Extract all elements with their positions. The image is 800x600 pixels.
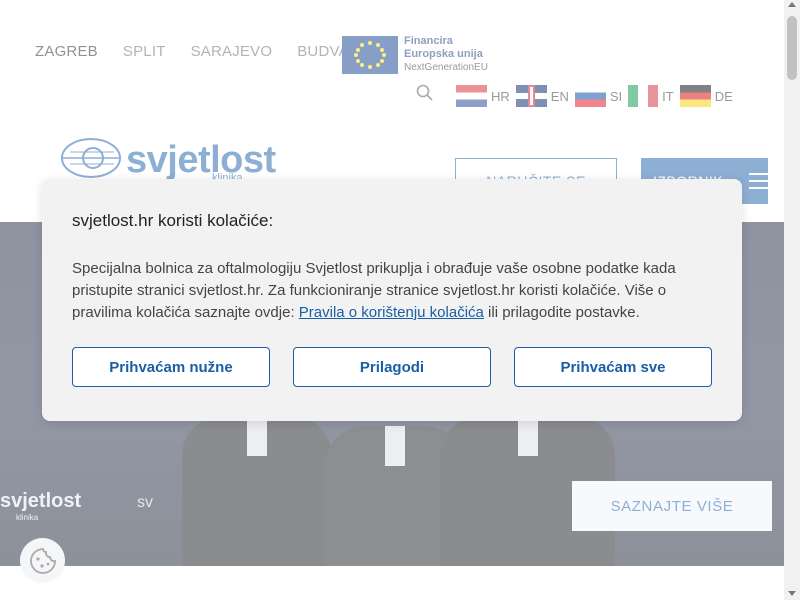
cookie-dialog-text: Specijalna bolnica za oftalmologiju Svje… — [72, 260, 676, 321]
scroll-down-arrow-icon[interactable] — [788, 591, 796, 596]
cookie-policy-link[interactable]: Pravila o korištenju kolačića — [299, 304, 484, 321]
scroll-up-arrow-icon[interactable] — [788, 2, 796, 7]
vertical-scrollbar[interactable] — [784, 0, 800, 600]
cookie-dialog-title: svjetlost.hr koristi kolačiće: — [72, 211, 274, 230]
customize-cookies-button[interactable]: Prilagodi — [293, 347, 491, 387]
accept-all-button[interactable]: Prihvaćam sve — [514, 347, 712, 387]
cookie-dialog-buttons: Prihvaćam nužne Prilagodi Prihvaćam sve — [72, 347, 712, 387]
scroll-thumb[interactable] — [787, 16, 797, 80]
cookie-consent-dialog: svjetlost.hr koristi kolačiće: Specijaln… — [42, 179, 742, 421]
accept-necessary-button[interactable]: Prihvaćam nužne — [72, 347, 270, 387]
